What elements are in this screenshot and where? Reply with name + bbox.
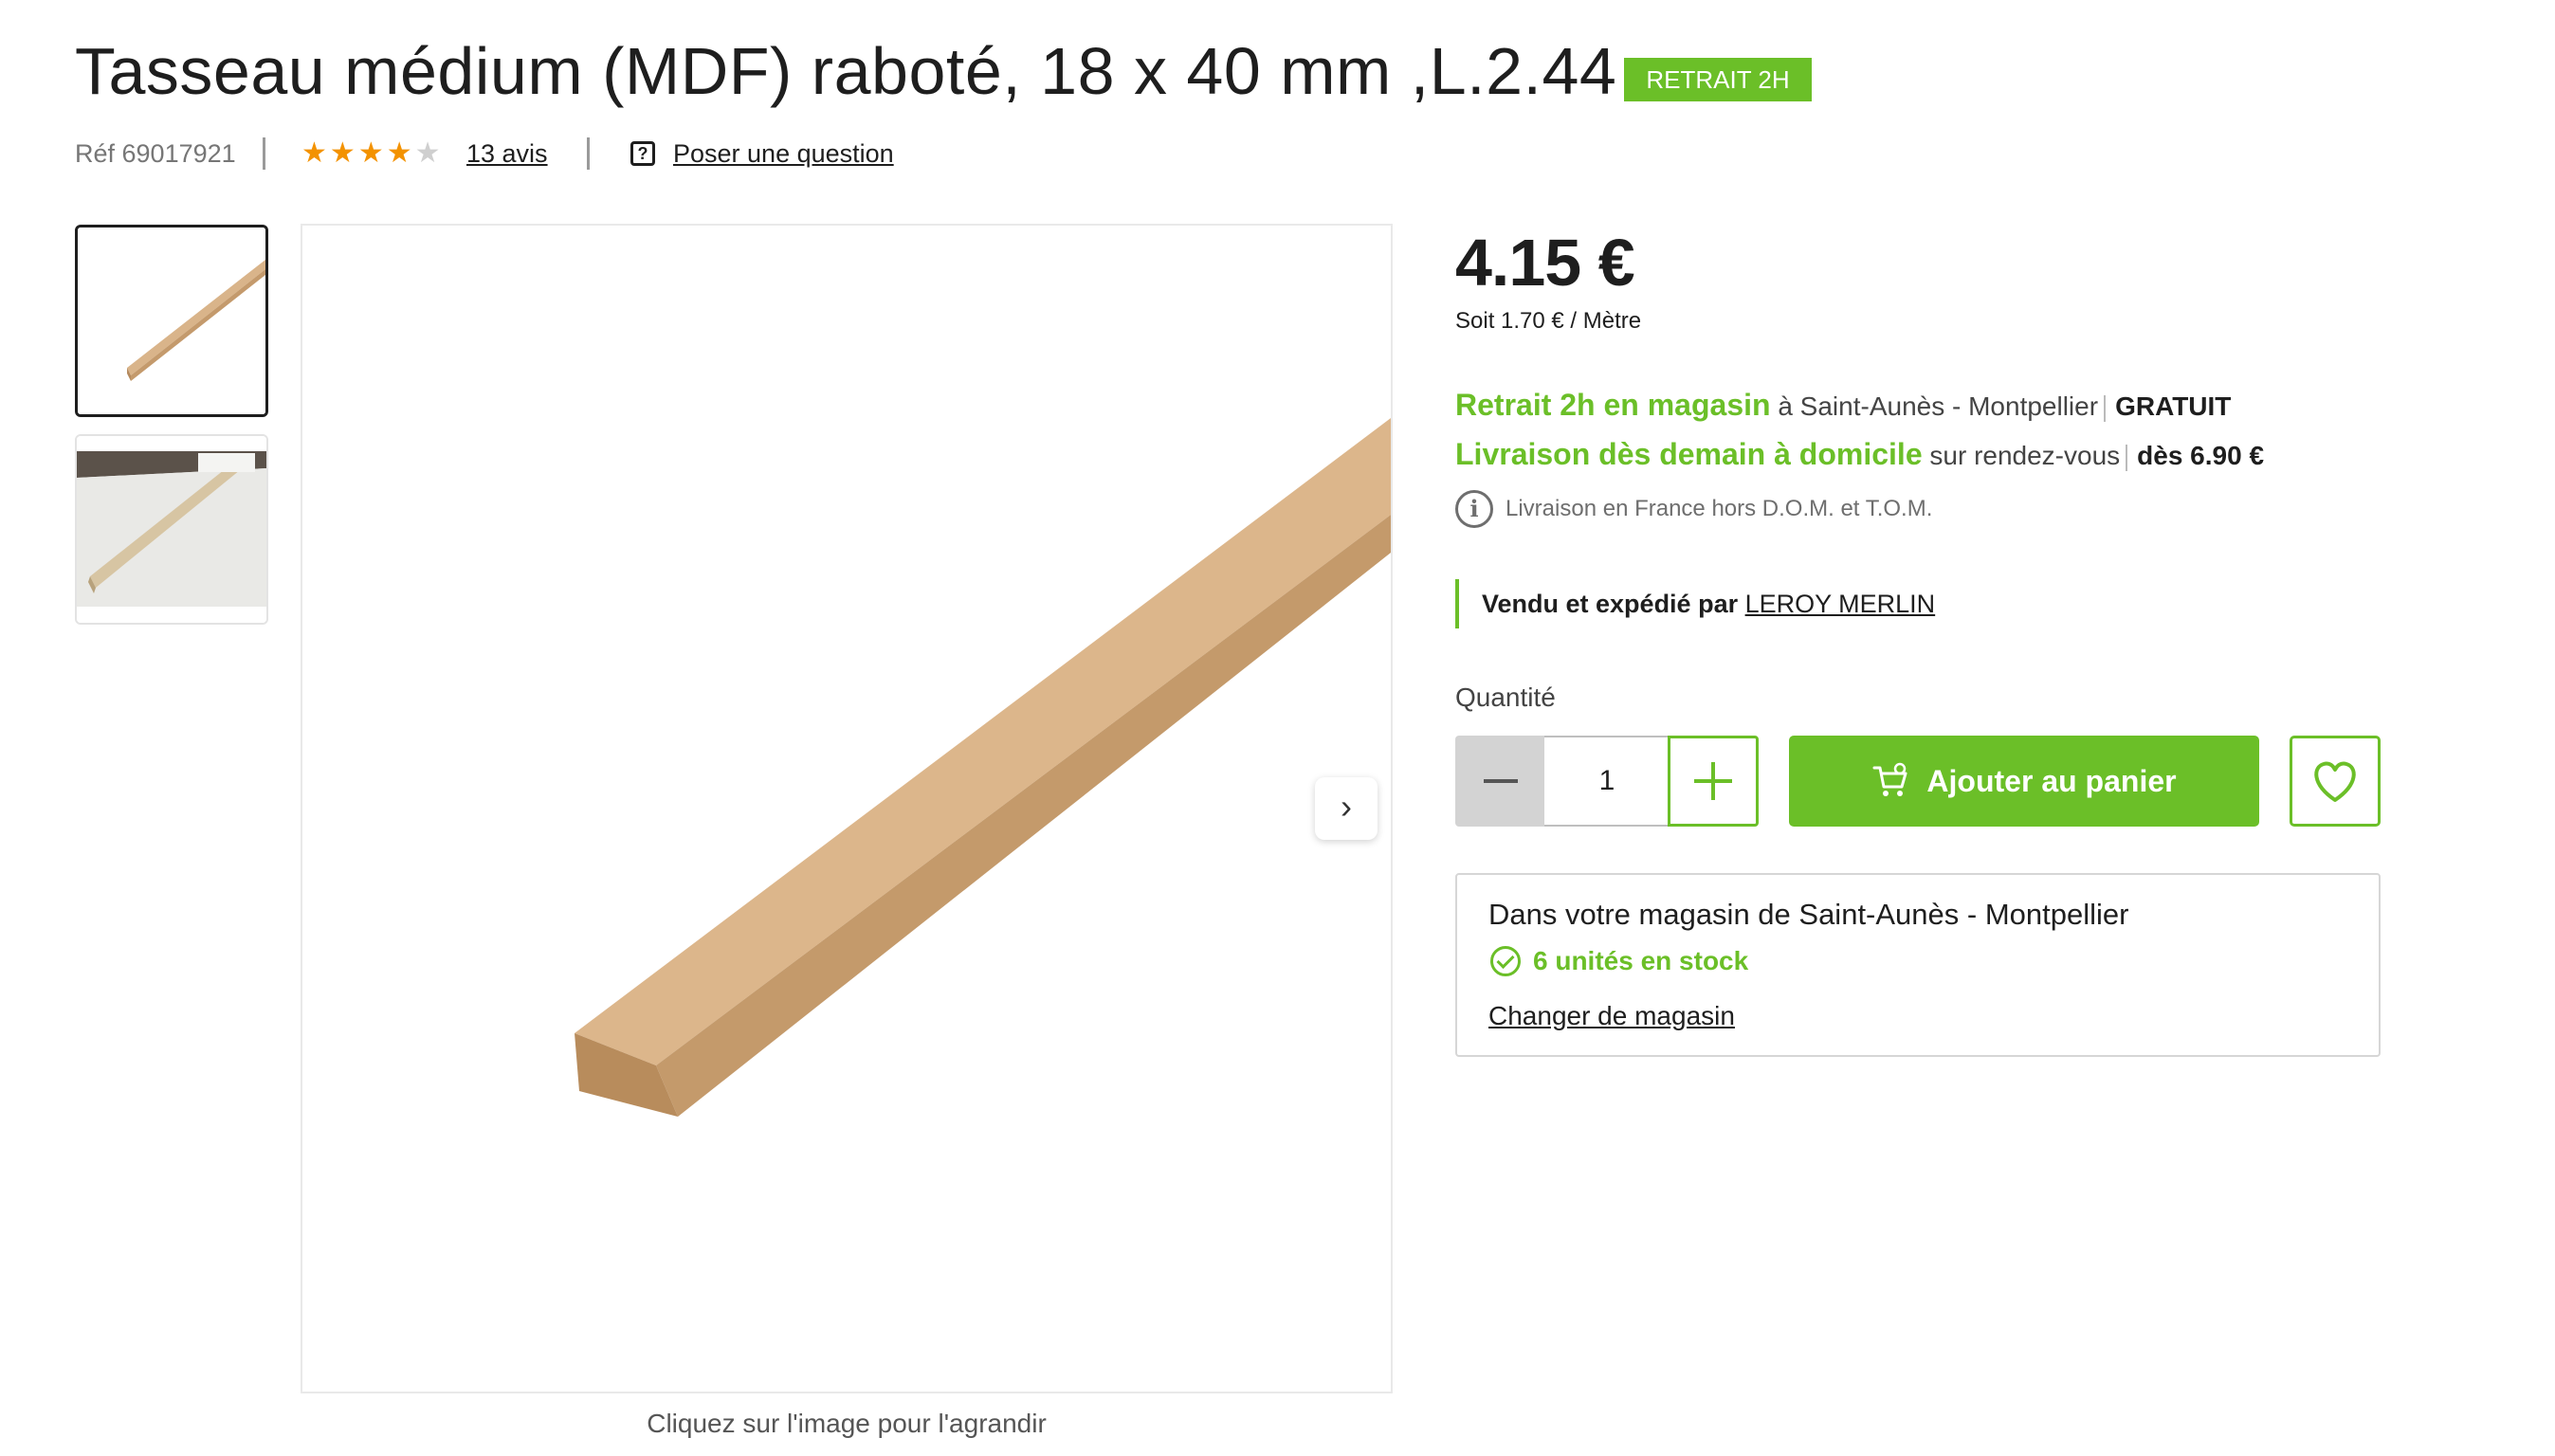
product-title: Tasseau médium (MDF) raboté, 18 x 40 mm … (75, 34, 1692, 108)
add-to-cart-button[interactable]: Ajouter au panier (1789, 736, 2259, 827)
product-image (302, 226, 1391, 1392)
pickup-badge: RETRAIT 2H (1624, 58, 1812, 101)
add-to-cart-label: Ajouter au panier (1926, 763, 2177, 798)
delivery-info-note: Livraison en France hors D.O.M. et T.O.M… (1506, 496, 1933, 521)
divider (2104, 394, 2107, 422)
star-icon: ★ (357, 136, 384, 170)
info-icon[interactable]: i (1455, 490, 1493, 528)
ask-question-link[interactable]: Poser une question (673, 133, 894, 174)
change-store-link[interactable]: Changer de magasin (1488, 995, 1735, 1037)
reviews-link[interactable]: 13 avis (466, 133, 548, 174)
wishlist-button[interactable] (2290, 736, 2381, 827)
check-circle-icon (1490, 946, 1521, 976)
home-delivery-option: Livraison dès demain à domicile sur rend… (1455, 432, 2264, 478)
home-delivery-cost: dès 6.90 € (2137, 441, 2265, 470)
pickup-option: Retrait 2h en magasin à Saint-Aunès - Mo… (1455, 383, 2231, 428)
question-icon: ? (630, 141, 655, 166)
thumbnail-1-image (78, 228, 265, 414)
pickup-highlight: Retrait 2h en magasin (1455, 388, 1771, 422)
price: 4.15 € (1455, 226, 1635, 300)
thumbnail-1[interactable] (75, 225, 268, 417)
quantity-label: Quantité (1455, 682, 1556, 712)
next-image-button[interactable]: › (1315, 777, 1378, 840)
pickup-cost: GRATUIT (2115, 391, 2232, 421)
pickup-place: à Saint-Aunès - Montpellier (1778, 391, 2099, 421)
chevron-right-icon: › (1341, 787, 1352, 826)
quantity-increase-button[interactable] (1668, 736, 1759, 827)
vendor-info: Vendu et expédié par LEROY MERLIN (1482, 582, 1935, 626)
cart-icon (1872, 762, 1907, 796)
heart-icon (2314, 761, 2356, 802)
vendor-link[interactable]: LEROY MERLIN (1745, 590, 1936, 618)
store-title: Dans votre magasin de Saint-Aunès - Mont… (1488, 898, 2129, 931)
home-delivery-highlight: Livraison dès demain à domicile (1455, 437, 1923, 471)
rating-stars[interactable]: ★ ★ ★ ★ ★ (301, 137, 441, 170)
star-icon: ★ (329, 136, 356, 170)
thumbnail-2[interactable] (75, 434, 268, 625)
stock-status: 6 unités en stock (1533, 946, 1749, 975)
quantity-input[interactable] (1544, 736, 1670, 827)
divider (263, 137, 265, 170)
divider (587, 137, 590, 170)
vendor-prefix: Vendu et expédié par (1482, 590, 1739, 618)
image-caption: Cliquez sur l'image pour l'agrandir (647, 1409, 1047, 1438)
divider (2126, 444, 2128, 471)
star-icon: ★ (386, 136, 412, 170)
product-main-image[interactable] (301, 224, 1393, 1393)
vendor-accent-bar (1455, 579, 1459, 628)
unit-price: Soit 1.70 € / Mètre (1455, 308, 1642, 334)
thumbnail-2-image (77, 436, 266, 623)
quantity-decrease-button[interactable] (1455, 736, 1546, 827)
product-reference: Réf 69017921 (75, 139, 236, 168)
star-icon: ★ (301, 136, 327, 170)
home-delivery-detail: sur rendez-vous (1929, 441, 2121, 470)
star-empty-icon: ★ (414, 136, 441, 170)
